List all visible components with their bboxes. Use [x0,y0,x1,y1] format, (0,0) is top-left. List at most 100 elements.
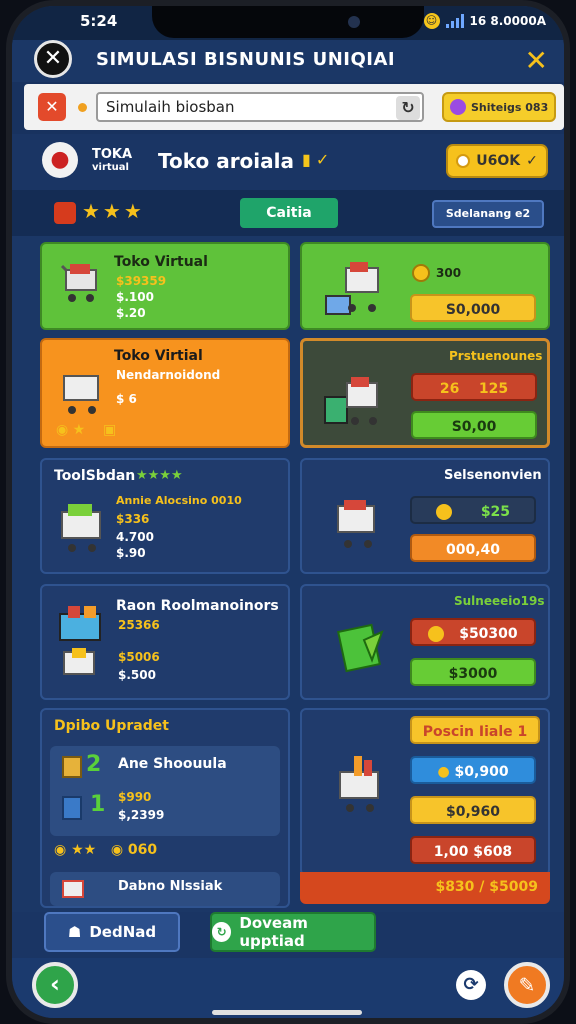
upgrade-item-title: Dabno Nlssiak [118,879,223,894]
price-button-yellow[interactable]: $0,960 [410,796,536,824]
lock-icon: ▮ ✓ [302,150,330,169]
card-value: $39359 [116,274,167,288]
shop-card-cart-offer[interactable]: 300 S0,000 [300,242,550,330]
logo-text: TOKA virtual [92,148,132,174]
price-value: 26 [439,381,460,397]
level-number: 1 [90,792,106,817]
purchase-header-button[interactable]: Poscin Iiale 1 [410,716,540,744]
level-badge-icon [54,202,76,224]
price-value: $25 [480,504,511,520]
shop-card-sulneeeio[interactable]: Sulneeeio19s $50300 $3000 [300,584,550,700]
shop-card-toko-virtual[interactable]: Toko Virtual $39359 $.100 $.20 [40,242,290,330]
dednad-label: DedNad [89,923,157,941]
price-value: 125 [478,381,509,397]
shop-card-prstuenounes[interactable]: Prstuenounes 26 125 S0,00 [300,338,550,448]
card-value: $5006 [118,650,160,664]
card-description: Annie Alocsino 0010 [116,494,242,507]
shop-card-toko-virtial[interactable]: Toko Virtial Nendarnoidond $ 6 ◉ ★ ▣ [40,338,290,448]
card-title: Selsenonvien [444,468,542,483]
cart-icon [56,366,108,418]
logo-text-line2: virtual [92,162,129,173]
shop-card-toolsbdan[interactable]: ToolSbdan ★★★★ Annie Alocsino 0010 $336 … [40,458,290,574]
crate-icon [62,796,82,820]
home-indicator[interactable] [212,1010,362,1015]
shop-card-selsenonvien[interactable]: Selsenonvien $25 000,40 [300,458,550,574]
crate-icon [62,756,82,778]
buy-button[interactable]: $3000 [410,658,536,686]
sub-toolbar: ★★★ Caitia Sdelanang e2 [12,190,564,236]
price-button-red[interactable]: 1,00 $608 [410,836,536,864]
total-value: $830 / $5009 [435,879,538,895]
price-button-blue[interactable]: ● $0,900 [410,756,536,784]
price-button[interactable]: S0,000 [410,294,536,322]
cart-icon [334,494,384,554]
search-input[interactable] [96,92,424,122]
coin-icon: ● [437,764,450,780]
clear-icon[interactable]: ✕ [38,93,66,121]
clock: 5:24 [80,12,118,30]
upload-label: Doveam upptiad [239,914,308,950]
card-title: Raon Roolmanoinors [116,598,279,614]
rating-stars-icon: ★★★ [82,199,145,223]
system-indicators: ☺ 16 8.0000A [423,13,546,29]
store-icon: ☗ [67,923,82,941]
bonus-icon: ◉ ★ ▣ [56,422,117,438]
status-bar: 5:24 ☺ 16 8.0000A [12,6,564,40]
back-button[interactable]: ‹ [32,962,78,1008]
tab-caitia[interactable]: Caitia [240,198,338,228]
card-value: $.90 [116,546,146,560]
price-value: $50300 [459,626,518,642]
price-tag-red[interactable]: 26 125 [411,373,537,401]
buy-button[interactable]: 000,40 [410,534,536,562]
tab-sdelanang[interactable]: Sdelanang e2 [432,200,544,228]
dednad-button[interactable]: ☗ DedNad [44,912,180,952]
card-value: $ 6 [116,392,137,406]
coin-icon [435,504,452,520]
status-text: 16 8.0000A [469,14,546,28]
notch [152,6,424,38]
close-icon[interactable]: ✕ [525,44,548,77]
upgrade-item-card[interactable]: 2 Ane Shoouula 1 $990 $,2399 [50,746,280,836]
level-number: 2 [86,752,102,777]
upgrade-button[interactable]: U6OK ✓ [446,144,548,178]
bottom-actions: ☗ DedNad ↻ Doveam upptiad [12,912,564,958]
title-bar: ✕ SIMULASI BISNUNIS UNIQIAI ✕ [12,40,564,82]
card-title: Sulneeeio19s [454,594,545,608]
footer-nav: ‹ ⟳ ✎ [12,958,564,1018]
bonus-stars-icon: ◉ ★★ ◉ 060 [54,842,158,858]
upgrade-cost: $,2399 [118,808,165,822]
total-bar: $830 / $5009 [300,872,550,904]
app-title: SIMULASI BISNUNIS UNIQIAI [96,49,396,70]
cart-icon [58,258,106,306]
close-app-button[interactable]: ✕ [34,40,72,78]
upgrade-item-card-2[interactable]: Dabno Nlssiak [50,872,280,906]
buy-button[interactable]: S0,00 [411,411,537,439]
card-value: $336 [116,512,150,526]
coin-icon [456,154,471,168]
coin-value: 300 [436,266,462,280]
refresh-icon[interactable]: ↻ [396,96,420,120]
main-content: Toko Virtual $39359 $.100 $.20 300 S0,00… [12,236,564,912]
cart-button[interactable]: ✎ [504,962,550,1008]
upload-button[interactable]: ↻ Doveam upptiad [210,912,376,952]
card-title: Toko Virtual [114,254,208,270]
upgrade-item-title: Ane Shoouula [118,756,227,772]
shop-card-raon[interactable]: Raon Roolmanoinors 25366 $5006 $.500 [40,584,290,700]
cart-icon [318,254,388,318]
phone-frame: 5:24 ☺ 16 8.0000A ✕ SIMULASI BISNUNIS UN… [6,0,570,1024]
box-icon [62,880,84,898]
sync-icon[interactable]: ⟳ [456,970,486,1000]
shop-logo-icon: ● [42,142,78,178]
price-value: $0,900 [454,764,509,780]
upgrade-cost: $990 [118,790,152,804]
card-value: $.500 [118,668,156,682]
card-title: Toko Virtial [114,348,203,364]
upgrade-button-label: U6OK [476,153,521,169]
purchase-panel: Poscin Iiale 1 ● $0,900 $0,960 1,00 $608 [300,708,550,876]
logo-text-line1: TOKA [92,147,133,162]
shop-header: ● TOKA virtual Toko aroiala ▮ ✓ U6OK ✓ [12,134,564,190]
bonus-value: 060 [127,842,158,858]
address-bar: ✕ ↻ Shiteigs 083 [24,84,564,130]
promo-badge[interactable]: Shiteigs 083 [442,92,556,122]
status-dot-icon [78,103,87,112]
